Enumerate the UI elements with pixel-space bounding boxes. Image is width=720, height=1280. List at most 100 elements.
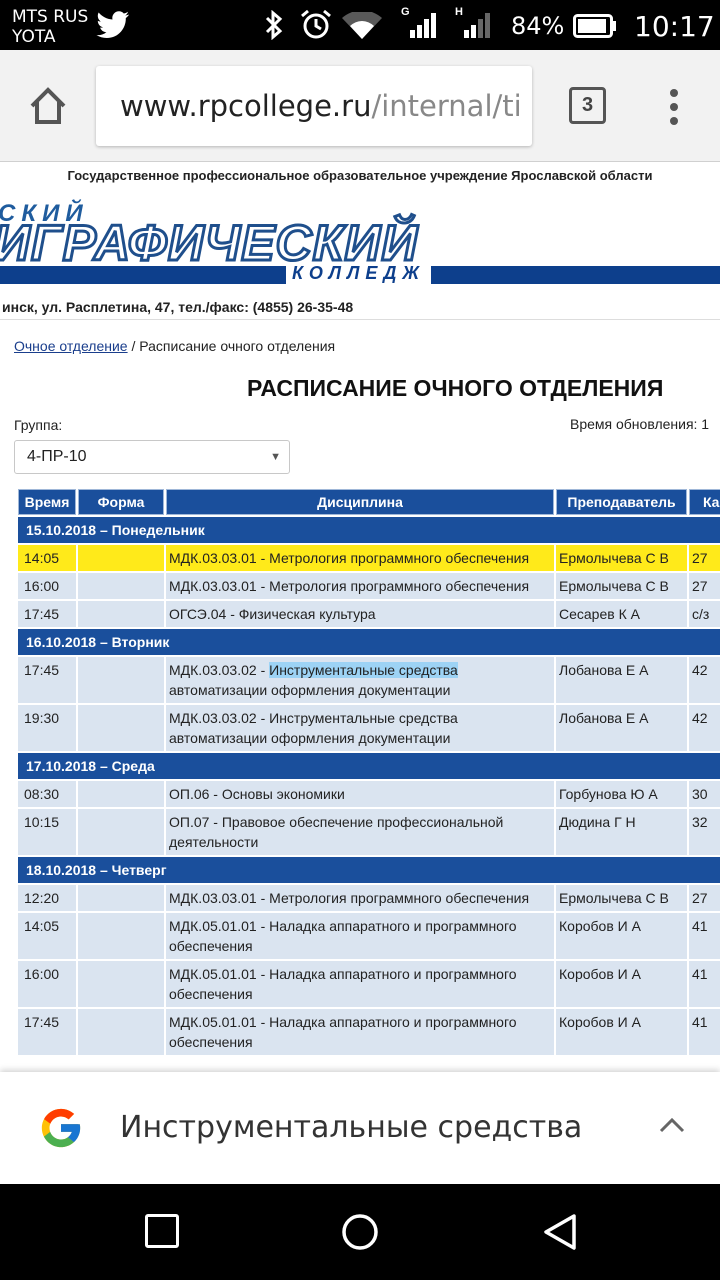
cell-room: 27 xyxy=(689,573,720,599)
schedule-table: Время Форма Дисциплина Преподаватель Каб… xyxy=(16,487,720,1057)
cell-subject: МДК.03.03.01 - Метрология программного о… xyxy=(166,885,554,911)
cell-room: 42 xyxy=(689,705,720,751)
carrier-line1: MTS RUS xyxy=(12,7,89,27)
subject-prefix: МДК.03.03.02 - xyxy=(169,662,270,678)
college-logo-banner: СКИЙ ИГРАФИЧЕСКИЙ КОЛЛЕДЖ xyxy=(0,190,720,290)
cell-subject: МДК.03.03.01 - Метрология программного о… xyxy=(166,573,554,599)
carrier-line2: YOTA xyxy=(12,27,56,47)
bluetooth-icon xyxy=(265,10,283,40)
college-address: инск, ул. Расплетина, 47, тел./факс: (48… xyxy=(0,294,720,320)
group-select[interactable]: 4-ПР-10 ▼ xyxy=(14,440,290,474)
contextual-search-bar[interactable]: Инструментальные средства xyxy=(0,1072,720,1184)
tab-switcher-button[interactable]: 3 xyxy=(569,87,606,124)
home-nav-icon[interactable] xyxy=(340,1212,380,1252)
chevron-down-icon: ▼ xyxy=(270,451,281,463)
cell-room: 27 xyxy=(689,545,720,571)
day-label: 18.10.2018 – Четверг xyxy=(18,857,720,883)
cell-time: 14:05 xyxy=(18,913,76,959)
cell-time: 16:00 xyxy=(18,961,76,1007)
chevron-up-icon[interactable] xyxy=(658,1116,686,1134)
battery-icon xyxy=(573,14,616,38)
cell-teacher: Коробов И А xyxy=(556,1009,687,1055)
cell-subject: МДК.03.03.02 - Инструментальные средства… xyxy=(166,657,554,703)
cell-room: 27 xyxy=(689,885,720,911)
status-bar: MTS RUS YOTA G H 84% 10:17 xyxy=(0,0,720,50)
cell-teacher: Сесарев К А xyxy=(556,601,687,627)
cell-teacher: Горбунова Ю А xyxy=(556,781,687,807)
day-label: 16.10.2018 – Вторник xyxy=(18,629,720,655)
cell-room: с/з xyxy=(689,601,720,627)
cell-form xyxy=(78,913,164,959)
table-row: 17:45 МДК.03.03.02 - Инструментальные ср… xyxy=(18,657,720,703)
overflow-menu-icon[interactable] xyxy=(662,86,686,128)
header-form: Форма xyxy=(78,489,164,515)
url-path: /internal/ti xyxy=(371,89,522,123)
group-label: Группа: xyxy=(14,417,63,433)
search-query: Инструментальные средства xyxy=(120,1110,583,1145)
cell-form xyxy=(78,961,164,1007)
find-highlight: Инструментальные средства xyxy=(269,662,458,678)
table-row: 16:00 МДК.05.01.01 - Наладка аппаратного… xyxy=(18,961,720,1007)
cell-time: 12:20 xyxy=(18,885,76,911)
header-time: Время xyxy=(18,489,76,515)
carrier-label: MTS RUS YOTA xyxy=(12,7,88,47)
cell-room: 41 xyxy=(689,961,720,1007)
cell-teacher: Коробов И А xyxy=(556,961,687,1007)
cell-subject: МДК.05.01.01 - Наладка аппаратного и про… xyxy=(166,913,554,959)
cell-teacher: Ермолычева С В xyxy=(556,545,687,571)
cell-subject: МДК.03.03.01 - Метрология программного о… xyxy=(166,545,554,571)
cell-subject: ОП.06 - Основы экономики xyxy=(166,781,554,807)
subject-suffix: автоматизации оформления документации xyxy=(169,682,451,698)
cell-teacher: Лобанова Е А xyxy=(556,657,687,703)
header-subject: Дисциплина xyxy=(166,489,554,515)
day-row: 17.10.2018 – Среда xyxy=(18,753,720,779)
day-label: 17.10.2018 – Среда xyxy=(18,753,720,779)
home-icon[interactable] xyxy=(26,84,70,128)
table-row: 10:15 ОП.07 - Правовое обеспечение профе… xyxy=(18,809,720,855)
google-icon xyxy=(41,1108,81,1148)
table-row: 19:30 МДК.03.03.02 - Инструментальные ср… xyxy=(18,705,720,751)
twitter-icon xyxy=(96,11,130,39)
table-row: 08:30 ОП.06 - Основы экономики Горбунова… xyxy=(18,781,720,807)
table-row: 14:05 МДК.05.01.01 - Наладка аппаратного… xyxy=(18,913,720,959)
back-icon[interactable] xyxy=(540,1212,580,1252)
cell-room: 32 xyxy=(689,809,720,855)
cell-room: 30 xyxy=(689,781,720,807)
cell-time: 16:00 xyxy=(18,573,76,599)
cell-form xyxy=(78,545,164,571)
table-header-row: Время Форма Дисциплина Преподаватель Каб… xyxy=(18,489,720,515)
cell-subject: МДК.03.03.02 - Инструментальные средства… xyxy=(166,705,554,751)
page-title: РАСПИСАНИЕ ОЧНОГО ОТДЕЛЕНИЯ xyxy=(247,375,664,401)
day-label: 15.10.2018 – Понедельник xyxy=(18,517,720,543)
url-bar[interactable]: www.rpcollege.ru/internal/ti xyxy=(96,66,532,146)
cell-time: 17:45 xyxy=(18,657,76,703)
cell-room: 41 xyxy=(689,1009,720,1055)
breadcrumb: Очное отделение / Расписание очного отде… xyxy=(14,338,335,354)
day-row: 15.10.2018 – Понедельник xyxy=(18,517,720,543)
table-row: 17:45 ОГСЭ.04 - Физическая культура Сеса… xyxy=(18,601,720,627)
table-row: 14:05 МДК.03.03.01 - Метрология программ… xyxy=(18,545,720,571)
day-row: 18.10.2018 – Четверг xyxy=(18,857,720,883)
browser-toolbar: www.rpcollege.ru/internal/ti 3 xyxy=(0,50,720,162)
org-title: Государственное профессиональное образов… xyxy=(0,162,720,190)
cell-room: 41 xyxy=(689,913,720,959)
day-row: 16.10.2018 – Вторник xyxy=(18,629,720,655)
cell-time: 08:30 xyxy=(18,781,76,807)
cell-form xyxy=(78,657,164,703)
table-row: 12:20 МДК.03.03.01 - Метрология программ… xyxy=(18,885,720,911)
cell-time: 10:15 xyxy=(18,809,76,855)
breadcrumb-separator: / xyxy=(127,338,140,354)
header-teacher: Преподаватель xyxy=(556,489,687,515)
breadcrumb-link[interactable]: Очное отделение xyxy=(14,338,128,354)
cell-subject: МДК.05.01.01 - Наладка аппаратного и про… xyxy=(166,1009,554,1055)
cell-time: 17:45 xyxy=(18,1009,76,1055)
alarm-icon xyxy=(301,9,331,39)
main-content: Очное отделение / Расписание очного отде… xyxy=(8,330,720,1070)
table-row: 16:00 МДК.03.03.01 - Метрология программ… xyxy=(18,573,720,599)
cell-teacher: Лобанова Е А xyxy=(556,705,687,751)
recent-apps-icon[interactable] xyxy=(145,1214,179,1248)
cell-time: 19:30 xyxy=(18,705,76,751)
cell-time: 17:45 xyxy=(18,601,76,627)
cell-form xyxy=(78,1009,164,1055)
system-nav-bar xyxy=(0,1184,720,1280)
